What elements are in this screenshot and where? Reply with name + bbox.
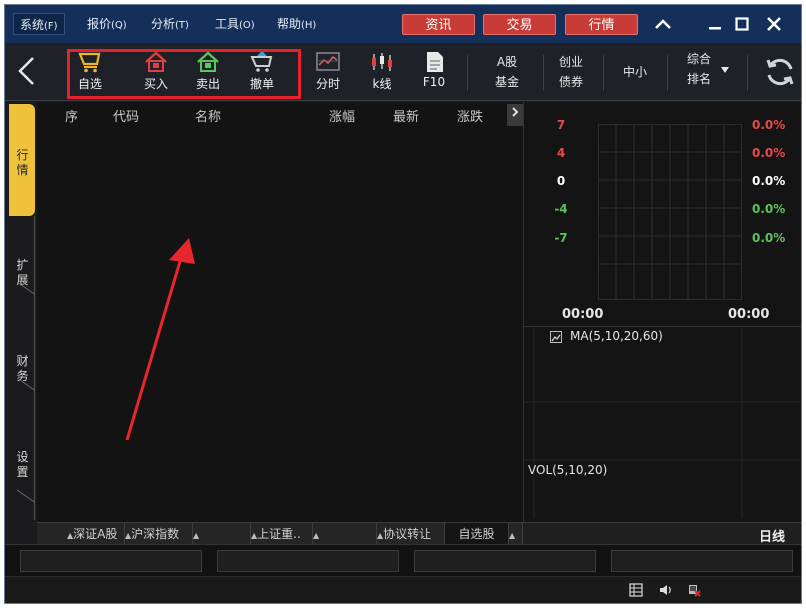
index-strip[interactable] bbox=[611, 550, 793, 572]
side-tab-extend[interactable]: 扩展 bbox=[9, 216, 35, 312]
menu-tools[interactable]: 工具(O) bbox=[209, 13, 261, 35]
document-icon bbox=[427, 52, 443, 72]
market-tab-agreement[interactable]: ▲协议转让 bbox=[377, 523, 445, 545]
kline-button[interactable]: k线 bbox=[357, 47, 407, 97]
menu-help[interactable]: 帮助(H) bbox=[271, 13, 322, 35]
quotes-button[interactable]: 行情 bbox=[565, 14, 638, 35]
timeshare-chart-icon bbox=[316, 52, 340, 71]
close-icon[interactable] bbox=[761, 12, 787, 36]
period-daily-button[interactable]: 日线 bbox=[759, 526, 785, 545]
side-tab-finance[interactable]: 财务 bbox=[9, 312, 35, 408]
y-label-left: 0 bbox=[556, 174, 566, 188]
back-arrow-icon[interactable] bbox=[15, 55, 45, 89]
collapse-icon[interactable] bbox=[650, 12, 676, 36]
market-tab-blank[interactable]: ▲ bbox=[193, 523, 251, 545]
col-header-change-pct[interactable]: 涨幅 bbox=[329, 106, 355, 125]
y-label-right: 0.0% bbox=[752, 231, 786, 245]
annotation-arrow-icon bbox=[125, 238, 195, 441]
column-scroll-right-icon[interactable] bbox=[507, 104, 523, 126]
index-strip[interactable] bbox=[414, 550, 596, 572]
caret-up-icon: ▲ bbox=[313, 531, 320, 540]
y-label-left: -4 bbox=[554, 202, 568, 216]
chart-divider bbox=[524, 326, 801, 327]
status-bar bbox=[5, 576, 801, 603]
vol-indicator-label: VOL(5,10,20) bbox=[528, 463, 608, 477]
index-strips bbox=[5, 544, 801, 576]
side-tabs: 行情 扩展 财务 设置 bbox=[5, 102, 37, 522]
period-bar: 日线 bbox=[523, 522, 801, 545]
tab-notch bbox=[17, 489, 35, 520]
side-tab-settings[interactable]: 设置 bbox=[9, 408, 35, 520]
market-tabs: ▲深证A股 ▲沪深指数 ▲ ▲上证重.. ▲ ▲协议转让 自选股 ▲ bbox=[37, 522, 523, 545]
col-header-name[interactable]: 名称 bbox=[195, 106, 221, 125]
toolbar-divider bbox=[747, 55, 748, 91]
toolbar-divider bbox=[543, 55, 544, 91]
toolbar-divider bbox=[667, 55, 668, 91]
minimize-icon[interactable] bbox=[702, 12, 728, 36]
app-window: 系统(F) 报价(Q) 分析(T) 工具(O) 帮助(H) 资讯 交易 行情 自… bbox=[4, 4, 802, 604]
y-label-right: 0.0% bbox=[752, 174, 786, 188]
f10-button[interactable]: F10 bbox=[409, 47, 459, 97]
index-strip[interactable] bbox=[20, 550, 202, 572]
news-button[interactable]: 资讯 bbox=[402, 14, 475, 35]
menu-quote[interactable]: 报价(Q) bbox=[81, 13, 133, 35]
trade-actions-highlight bbox=[67, 49, 301, 99]
y-label-right: 0.0% bbox=[752, 146, 786, 160]
col-header-latest[interactable]: 最新 bbox=[393, 106, 419, 125]
stock-list: 序 代码 名称 涨幅 最新 涨跌 bbox=[37, 102, 523, 522]
chart-panel: 7 4 0 -4 -7 0.0% 0.0% 0.0% 0.0% 0.0% 00:… bbox=[523, 102, 801, 522]
y-label-left: -7 bbox=[554, 231, 568, 245]
market-tab-sh-key[interactable]: ▲上证重.. bbox=[251, 523, 313, 545]
maximize-icon[interactable] bbox=[729, 12, 755, 36]
caret-up-icon: ▲ bbox=[193, 531, 200, 540]
caret-up-icon: ▲ bbox=[509, 531, 516, 540]
toolbar-divider bbox=[603, 55, 604, 91]
refresh-icon[interactable] bbox=[763, 55, 797, 89]
toolbar: 自选 买入 卖出 撤单 分时 k线 F10 A股 基金 创业 债券 中小 综合 … bbox=[5, 43, 801, 101]
rank-dropdown-icon[interactable] bbox=[721, 67, 729, 73]
candlestick-icon bbox=[372, 53, 392, 71]
y-label-left: 4 bbox=[556, 146, 566, 160]
time-axis-start: 00:00 bbox=[562, 307, 604, 322]
menu-analysis[interactable]: 分析(T) bbox=[145, 13, 195, 35]
trade-button[interactable]: 交易 bbox=[483, 14, 556, 35]
timeshare-grid bbox=[598, 124, 742, 300]
col-header-code[interactable]: 代码 bbox=[113, 106, 139, 125]
market-tab-index[interactable]: ▲沪深指数 bbox=[125, 523, 193, 545]
y-label-right: 0.0% bbox=[752, 118, 786, 132]
timeshare-button[interactable]: 分时 bbox=[303, 47, 353, 97]
market-tab-sz-a[interactable]: ▲深证A股 bbox=[67, 523, 125, 545]
toolbar-divider bbox=[467, 55, 468, 91]
market-tab-blank[interactable]: ▲ bbox=[313, 523, 377, 545]
side-tab-quotes[interactable]: 行情 bbox=[9, 104, 35, 216]
market-smb-button[interactable]: 中小 bbox=[609, 62, 661, 82]
overall-rank-button[interactable]: 综合 排名 bbox=[673, 49, 725, 89]
time-axis-end: 00:00 bbox=[728, 307, 770, 322]
index-strip[interactable] bbox=[217, 550, 399, 572]
sound-icon[interactable] bbox=[659, 583, 673, 597]
title-bar: 系统(F) 报价(Q) 分析(T) 工具(O) 帮助(H) 资讯 交易 行情 bbox=[5, 5, 801, 43]
market-a-fund-button[interactable]: A股 基金 bbox=[481, 52, 533, 92]
col-header-index[interactable]: 序 bbox=[65, 106, 78, 125]
market-tab-watchlist[interactable]: 自选股 bbox=[445, 523, 509, 545]
menu-system[interactable]: 系统(F) bbox=[13, 13, 65, 35]
y-label-right: 0.0% bbox=[752, 202, 786, 216]
network-status-icon[interactable] bbox=[687, 583, 701, 597]
indicator-grid bbox=[524, 328, 801, 518]
col-header-change[interactable]: 涨跌 bbox=[457, 106, 483, 125]
market-chinext-bond-button[interactable]: 创业 债券 bbox=[545, 52, 597, 92]
y-label-left: 7 bbox=[556, 118, 566, 132]
market-tab-more[interactable]: ▲ bbox=[509, 523, 523, 545]
table-icon[interactable] bbox=[629, 583, 643, 597]
